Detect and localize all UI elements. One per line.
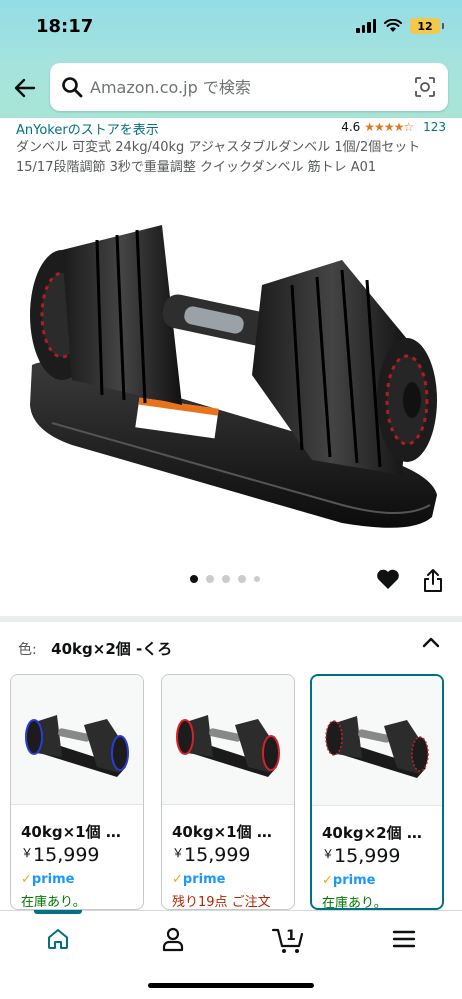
status-bar: 18:17 12 [0, 0, 462, 54]
nav-menu[interactable] [384, 923, 424, 955]
stock-status: 在庫あり。 [21, 895, 86, 910]
variant-thumbnail [11, 675, 143, 805]
variant-card-selected[interactable]: 40kg×2個 … ￥15,999 ✓prime 在庫あり。 [310, 674, 444, 910]
prime-label: prime [31, 872, 75, 887]
cart-count: 1 [286, 928, 296, 944]
prime-check-icon: ✓ [322, 873, 333, 888]
stock-status: 在庫あり。 [322, 896, 387, 910]
signal-icon [356, 19, 376, 33]
star-rating-icon: ★★★★☆ [364, 120, 414, 134]
back-arrow-icon[interactable] [12, 74, 40, 102]
price-amount: 15,999 [33, 844, 100, 866]
rating-value: 4.6 [341, 120, 361, 134]
status-icons: 12 [356, 18, 444, 34]
share-icon[interactable] [422, 567, 444, 593]
variant-name: 40kg×1個 … [172, 823, 272, 841]
variant-list: 40kg×1個 … ￥15,999 ✓prime 在庫あり。 40kg×1個 …… [10, 674, 462, 910]
dumbbell-black-image [325, 715, 429, 778]
yen-symbol: ￥ [172, 846, 185, 860]
nav-cart[interactable]: 1 [268, 923, 308, 955]
wifi-icon [384, 19, 402, 32]
color-label: 色: [18, 642, 37, 658]
product-title: ダンベル 可変式 24kg/40kg アジャスタブルダンベル 1個/2個セット … [16, 140, 421, 175]
search-input[interactable] [90, 71, 390, 103]
search-bar[interactable] [50, 63, 448, 111]
account-icon [162, 927, 184, 952]
stock-status: 残り19点 ご注文 [172, 895, 271, 910]
home-indicator [148, 983, 314, 988]
variant-price: ￥15,999 [172, 844, 251, 866]
carousel-dot-active [190, 575, 198, 583]
variant-card[interactable]: 40kg×1個 … ￥15,999 ✓prime 残り19点 ご注文 [161, 674, 295, 910]
prime-badge: ✓prime [21, 872, 74, 887]
store-link[interactable]: AnYokerのストアを表示 [16, 119, 159, 138]
search-icon [62, 77, 83, 98]
variant-thumbnail [162, 675, 294, 805]
prime-check-icon: ✓ [21, 872, 32, 887]
yen-symbol: ￥ [21, 846, 34, 860]
prime-badge: ✓prime [322, 873, 375, 888]
variant-name: 40kg×2個 … [322, 824, 422, 842]
carousel-dot [222, 575, 230, 583]
variant-thumbnail [312, 676, 442, 806]
battery-icon: 12 [410, 18, 444, 34]
active-tab-indicator [34, 910, 82, 914]
prime-badge: ✓prime [172, 872, 225, 887]
image-carousel-indicator [190, 575, 260, 583]
review-count[interactable]: 123 [423, 120, 446, 134]
chevron-up-icon[interactable] [420, 633, 442, 651]
variant-price: ￥15,999 [322, 845, 401, 867]
dumbbell-blue-image [25, 714, 129, 777]
heart-icon[interactable] [375, 567, 401, 591]
cart-icon: 1 [271, 928, 304, 953]
menu-icon [392, 930, 416, 948]
nav-home[interactable] [38, 923, 78, 955]
carousel-dot [206, 575, 214, 583]
variant-price: ￥15,999 [21, 844, 100, 866]
section-divider [0, 616, 462, 622]
carousel-dot [238, 575, 246, 583]
status-time: 18:17 [36, 16, 94, 37]
prime-check-icon: ✓ [172, 872, 183, 887]
carousel-dot [254, 576, 260, 582]
price-amount: 15,999 [334, 845, 401, 867]
header: 18:17 12 [0, 0, 462, 118]
color-selector: 色: 40kg×2個 -くろ [18, 638, 172, 659]
camera-search-icon[interactable] [414, 76, 436, 98]
color-value: 40kg×2個 -くろ [51, 640, 173, 658]
yen-symbol: ￥ [322, 847, 335, 861]
rating-summary[interactable]: 4.6 ★★★★☆ 123 [341, 120, 446, 134]
nav-account[interactable] [153, 923, 193, 955]
prime-label: prime [332, 873, 376, 888]
dumbbell-red-image [176, 714, 280, 777]
battery-level: 12 [417, 19, 433, 33]
prime-label: prime [182, 872, 226, 887]
variant-name: 40kg×1個 … [21, 823, 121, 841]
adjustable-dumbbell-image[interactable] [12, 205, 450, 545]
home-icon [48, 929, 68, 949]
variant-card[interactable]: 40kg×1個 … ￥15,999 ✓prime 在庫あり。 [10, 674, 144, 910]
price-amount: 15,999 [184, 844, 251, 866]
